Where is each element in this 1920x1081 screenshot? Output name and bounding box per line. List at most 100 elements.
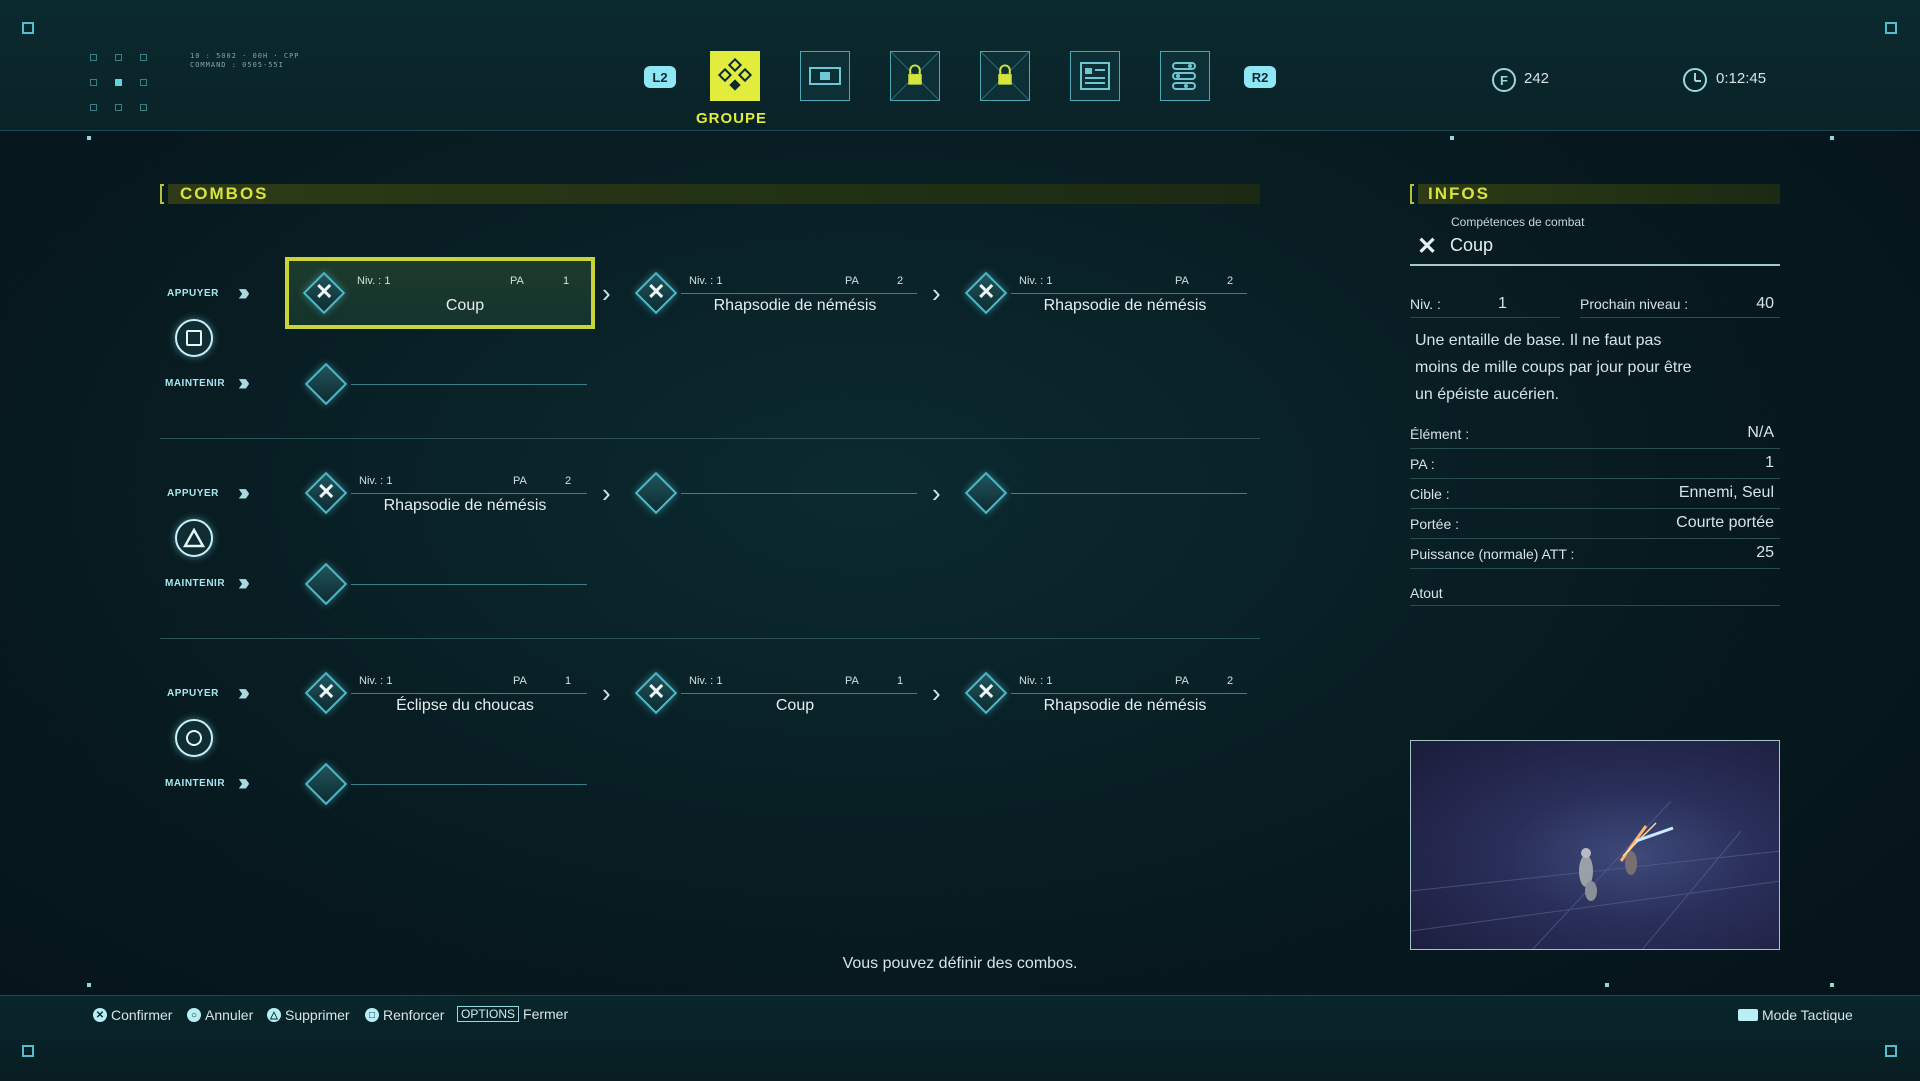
- next-arrow-icon: ›: [932, 478, 941, 508]
- title-underline: [1410, 264, 1780, 266]
- l2-button[interactable]: L2: [644, 66, 676, 88]
- pa-label: PA: [845, 275, 859, 287]
- cancel-hint[interactable]: ○ Annuler: [187, 1007, 253, 1023]
- frame-dot: [87, 136, 91, 140]
- sword-icon: ✕: [315, 279, 334, 304]
- combos-title: COMBOS: [180, 184, 269, 203]
- next-level-row: Prochain niveau : 40: [1580, 293, 1780, 318]
- triangle-icon: [183, 528, 205, 548]
- sword-icon: ✕: [1417, 233, 1438, 260]
- sword-icon: ✕: [977, 279, 996, 304]
- empty-diamond: [634, 471, 678, 515]
- options-key: OPTIONS: [457, 1006, 520, 1022]
- cross-button-icon: ✕: [93, 1008, 107, 1022]
- square-button-icon: □: [365, 1008, 379, 1022]
- level-label: Niv. :: [357, 275, 382, 287]
- press-label: APPUYER: [167, 488, 219, 499]
- lock-icon: [891, 51, 939, 101]
- empty-diamond: [304, 562, 348, 606]
- level-label: Niv. :: [689, 275, 714, 287]
- level-value: 1: [1046, 275, 1053, 287]
- sword-icon: ✕: [317, 679, 336, 704]
- help-message: Vous pouvez définir des combos.: [842, 955, 1078, 972]
- tab-locked-1[interactable]: [890, 51, 940, 101]
- level-label: Niv. :: [359, 475, 384, 487]
- frame-dot: [1605, 983, 1609, 987]
- document-icon: [1080, 62, 1110, 90]
- empty-diamond: [304, 362, 348, 406]
- hold-label: MAINTENIR: [165, 378, 226, 389]
- empty-diamond: [304, 762, 348, 806]
- skill-name: Coup: [775, 697, 815, 714]
- combo-slot[interactable]: ✕ Niv. : 1 PA 2 Rhapsodie de némésis: [945, 257, 1255, 329]
- corner-marker: [1885, 22, 1897, 34]
- level-value: 1: [384, 275, 391, 287]
- code-readout: 10 : 5002 · 00H · CPP COMMAND : 0505-55I: [190, 52, 300, 69]
- chevrons-icon: ›››: [238, 769, 250, 796]
- tab-group-label: GROUPE: [696, 110, 768, 127]
- chevrons-icon: ›››: [238, 569, 250, 596]
- combo-slot-empty[interactable]: [615, 457, 925, 529]
- combo-slot-empty[interactable]: [285, 548, 595, 620]
- combo-slot[interactable]: ✕ Niv. : 1 PA 2 Rhapsodie de némésis: [285, 457, 595, 529]
- perk-row: Atout: [1410, 583, 1780, 606]
- level-value: 1: [1046, 675, 1053, 687]
- tab-equipment[interactable]: [800, 51, 850, 101]
- pa-label: PA: [1175, 675, 1189, 687]
- reinforce-hint[interactable]: □ Renforcer: [365, 1007, 444, 1023]
- pa-value: 2: [565, 475, 572, 487]
- triangle-button: [175, 519, 213, 557]
- pa-value: 2: [1227, 675, 1234, 687]
- sword-icon: ✕: [317, 479, 336, 504]
- row-divider: [160, 438, 1260, 439]
- chevrons-icon: ›››: [238, 679, 250, 706]
- currency-value: 242: [1524, 70, 1550, 87]
- tab-settings[interactable]: [1160, 51, 1210, 101]
- equipment-icon: [809, 67, 841, 85]
- combo-slot[interactable]: ✕ Niv. : 1 PA 2 Rhapsodie de némésis: [615, 257, 925, 329]
- pa-label: PA: [513, 475, 527, 487]
- lock-icon: [981, 51, 1029, 101]
- stat-row: Élément : N/A: [1410, 422, 1780, 449]
- pa-label: PA: [845, 675, 859, 687]
- close-hint[interactable]: OPTIONS Fermer: [457, 1006, 568, 1022]
- press-label: APPUYER: [167, 288, 219, 299]
- level-label: Niv. :: [689, 675, 714, 687]
- level-value: 1: [716, 675, 723, 687]
- combo-slot-empty[interactable]: [945, 457, 1255, 529]
- r2-button[interactable]: R2: [1244, 66, 1276, 88]
- combo-slot-empty[interactable]: [285, 348, 595, 420]
- skill-name: Éclipse du choucas: [396, 697, 534, 714]
- next-arrow-icon: ›: [602, 478, 611, 508]
- sword-icon: ✕: [647, 279, 666, 304]
- combo-slot[interactable]: ✕ Niv. : 1 PA 1 Éclipse du choucas: [285, 657, 595, 729]
- skill-name: Rhapsodie de némésis: [383, 497, 547, 514]
- pa-value: 2: [897, 275, 904, 287]
- skill-name: Rhapsodie de némésis: [713, 297, 877, 314]
- combo-slot[interactable]: ✕ Niv. : 1 PA 1 Coup: [615, 657, 925, 729]
- tab-data[interactable]: [1070, 51, 1120, 101]
- corner-marker: [22, 1045, 34, 1057]
- empty-diamond: [964, 471, 1008, 515]
- tab-locked-2[interactable]: [980, 51, 1030, 101]
- frame-dot: [1830, 136, 1834, 140]
- skill-preview-image: [1410, 740, 1780, 950]
- delete-hint[interactable]: △ Supprimer: [267, 1007, 350, 1023]
- combo-slot-empty[interactable]: [285, 748, 595, 820]
- tactical-mode-hint[interactable]: Mode Tactique: [1738, 1007, 1853, 1023]
- combo-slot[interactable]: ✕ Niv. : 1 PA 1 Coup: [285, 257, 595, 329]
- pa-label: PA: [513, 675, 527, 687]
- next-arrow-icon: ›: [932, 278, 941, 308]
- combo-slot[interactable]: ✕ Niv. : 1 PA 2 Rhapsodie de némésis: [945, 657, 1255, 729]
- combos-header: [168, 184, 1260, 204]
- pa-label: PA: [1175, 275, 1189, 287]
- level-label: Niv. :: [1019, 675, 1044, 687]
- level-value: 1: [386, 475, 393, 487]
- confirm-hint[interactable]: ✕ Confirmer: [93, 1007, 172, 1023]
- corner-marker: [22, 22, 34, 34]
- skill-name: Rhapsodie de némésis: [1043, 697, 1207, 714]
- chevrons-icon: ›››: [238, 369, 250, 396]
- currency-icon: F: [1492, 68, 1516, 92]
- skill-description: Une entaille de base. Il ne faut pas moi…: [1415, 332, 1692, 403]
- tab-group[interactable]: [710, 51, 760, 101]
